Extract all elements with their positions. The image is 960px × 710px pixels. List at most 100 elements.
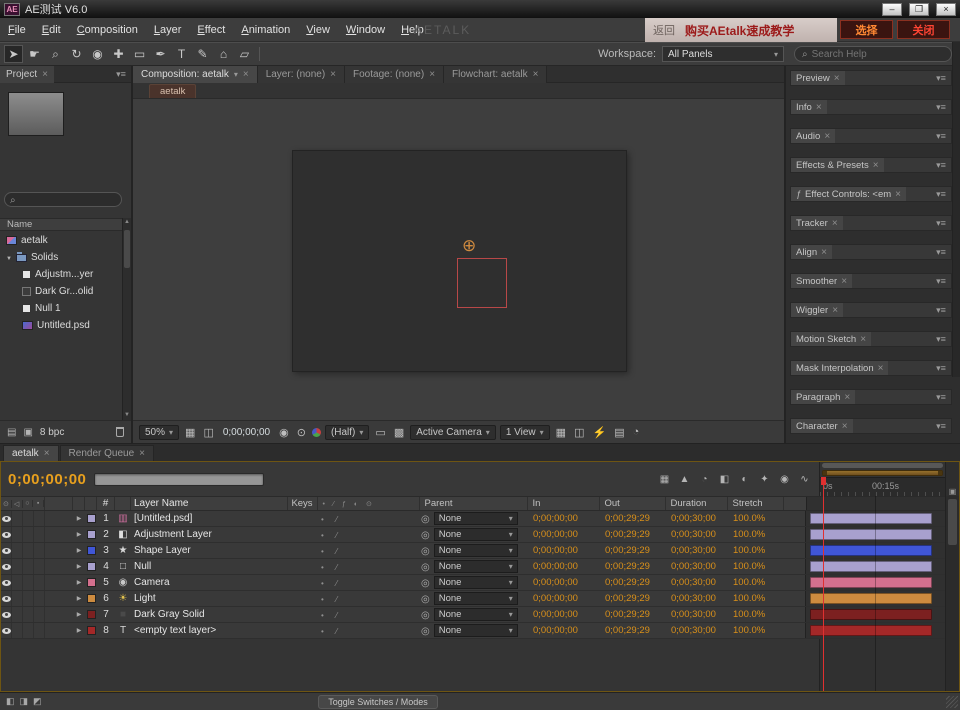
timeline-layer-row[interactable]: 6 ☀ Light None 0;00;00;00 0;00;29;29 0 xyxy=(1,591,959,607)
viewer-tab[interactable]: Flowchart: aetalk xyxy=(444,66,547,83)
dock-panel-tab[interactable]: Audio xyxy=(791,129,835,143)
duration-value[interactable]: 0;00;30;00 xyxy=(665,609,727,620)
out-value[interactable]: 0;00;29;29 xyxy=(599,545,665,556)
project-item-psd[interactable]: Untitled.psd xyxy=(0,317,122,334)
project-scrollbar[interactable]: ▲ ▼ xyxy=(122,218,131,420)
lock-toggle[interactable] xyxy=(34,575,45,590)
label-swatch[interactable] xyxy=(87,562,96,571)
solo-toggle[interactable] xyxy=(23,607,34,622)
menu-item[interactable]: Layer xyxy=(146,24,190,36)
project-item-dark-gray[interactable]: Dark Gr...olid xyxy=(0,283,122,300)
in-value[interactable]: 0;00;00;00 xyxy=(527,529,599,540)
trash-icon[interactable] xyxy=(116,427,124,437)
eye-toggle[interactable] xyxy=(1,607,12,622)
menu-item[interactable]: Edit xyxy=(34,24,69,36)
timeline-ruler-area[interactable]: 0s 00:15s xyxy=(819,462,945,496)
magnification-dropdown[interactable]: 50% xyxy=(139,425,179,440)
timeline-tab[interactable]: aetalk xyxy=(3,445,59,461)
in-value[interactable]: 0;00;00;00 xyxy=(527,577,599,588)
layer-duration-bar[interactable] xyxy=(810,625,932,636)
project-item-adjustment[interactable]: Adjustm...yer xyxy=(0,266,122,283)
timeline-layer-row[interactable]: 7 ■ Dark Gray Solid None 0;00;00;00 0;00… xyxy=(1,607,959,623)
safe-zones-icon[interactable]: ◫ xyxy=(201,426,215,439)
close-icon[interactable] xyxy=(243,69,249,80)
fast-previews-icon[interactable]: ⚡ xyxy=(590,426,608,439)
in-value[interactable]: 0;00;00;00 xyxy=(527,561,599,572)
stretch-value[interactable]: 100.0% xyxy=(727,561,783,572)
keys-column-header[interactable]: Keys xyxy=(288,497,318,510)
grid-guides-icon[interactable]: ▦ xyxy=(183,426,197,439)
comp-timecode[interactable]: 0;00;00;00 xyxy=(220,427,273,438)
workspace-dropdown[interactable]: All Panels xyxy=(662,46,784,62)
duration-value[interactable]: 0;00;30;00 xyxy=(665,561,727,572)
dock-panel-header[interactable]: Character xyxy=(790,418,952,434)
solo-toggle[interactable] xyxy=(23,527,34,542)
solo-toggle[interactable] xyxy=(23,575,34,590)
snapshot-icon[interactable]: ◉ xyxy=(277,426,291,439)
selection-tool-icon[interactable]: ➤ xyxy=(4,45,23,63)
expand-arrow-icon[interactable] xyxy=(73,579,85,586)
timeline-button-icon[interactable]: ▤ xyxy=(612,426,626,439)
stretch-value[interactable]: 100.0% xyxy=(727,577,783,588)
resize-grip[interactable] xyxy=(946,696,958,708)
duration-value[interactable]: 0;00;30;00 xyxy=(665,593,727,604)
time-ruler[interactable]: 0s 00:15s xyxy=(820,477,945,496)
label-swatch[interactable] xyxy=(87,594,96,603)
solo-toggle[interactable] xyxy=(23,623,34,638)
audio-toggle[interactable] xyxy=(12,527,23,542)
time-navigator[interactable] xyxy=(820,462,945,469)
close-icon[interactable] xyxy=(429,69,435,80)
transfer-controls-pane-icon[interactable]: ◨ xyxy=(20,696,29,707)
close-icon[interactable] xyxy=(834,73,840,84)
name-column-header[interactable]: Name xyxy=(0,218,122,231)
eye-toggle[interactable] xyxy=(1,543,12,558)
parent-pickwhip-icon[interactable] xyxy=(421,593,430,605)
project-item-solids[interactable]: Solids xyxy=(0,249,122,266)
expand-arrow-icon[interactable] xyxy=(73,595,85,602)
timeline-tab[interactable]: Render Queue xyxy=(60,445,154,461)
expand-arrow-icon[interactable] xyxy=(73,627,85,634)
duration-value[interactable]: 0;00;30;00 xyxy=(665,625,727,636)
dock-panel-header[interactable]: Effect Controls: <em xyxy=(790,186,952,202)
menu-item[interactable]: File xyxy=(0,24,34,36)
duration-column-header[interactable]: Duration xyxy=(666,497,728,510)
panel-menu-icon[interactable] xyxy=(931,305,951,316)
panel-menu-icon[interactable] xyxy=(111,69,131,80)
close-promo-button[interactable]: 关闭 xyxy=(897,20,950,39)
close-icon[interactable] xyxy=(824,131,830,142)
expand-arrow-icon[interactable] xyxy=(73,531,85,538)
select-button[interactable]: 选择 xyxy=(840,20,893,39)
close-icon[interactable] xyxy=(44,448,50,459)
layer-track[interactable] xyxy=(805,575,959,590)
project-item-aetalk[interactable]: aetalk xyxy=(0,232,122,249)
label-swatch[interactable] xyxy=(87,530,96,539)
dock-panel-tab[interactable]: Effect Controls: <em xyxy=(791,187,906,201)
layer-track[interactable] xyxy=(805,511,959,526)
out-value[interactable]: 0;00;29;29 xyxy=(599,593,665,604)
lock-toggle[interactable] xyxy=(34,511,45,526)
comp-marker-bin-icon[interactable]: ▣ xyxy=(945,462,959,496)
layer-switches[interactable] xyxy=(317,625,419,637)
show-snapshot-icon[interactable]: ⊙ xyxy=(295,426,308,439)
expand-arrow-icon[interactable] xyxy=(73,611,85,618)
layer-duration-bar[interactable] xyxy=(810,609,932,620)
work-area-bar[interactable] xyxy=(820,469,945,477)
stretch-value[interactable]: 100.0% xyxy=(727,529,783,540)
close-icon[interactable] xyxy=(842,421,848,432)
current-time-display[interactable]: 0;00;00;00 xyxy=(8,471,86,488)
audio-toggle[interactable] xyxy=(12,559,23,574)
duration-value[interactable]: 0;00;30;00 xyxy=(665,513,727,524)
stretch-value[interactable]: 100.0% xyxy=(727,609,783,620)
comp-subtab[interactable]: aetalk xyxy=(149,84,196,98)
pixel-aspect-icon[interactable]: ◫ xyxy=(572,426,586,439)
parent-dropdown[interactable]: None xyxy=(434,608,518,621)
timeline-layer-row[interactable]: 1 ▥ [Untitled.psd] None 0;00;00;00 0;00;… xyxy=(1,511,959,527)
dock-panel-header[interactable]: Audio xyxy=(790,128,952,144)
dock-panel-header[interactable]: Mask Interpolation xyxy=(790,360,952,376)
share-view-icon[interactable]: ▦ xyxy=(554,426,568,439)
parent-dropdown[interactable]: None xyxy=(434,544,518,557)
parent-pickwhip-icon[interactable] xyxy=(421,577,430,589)
timeline-search-box[interactable] xyxy=(94,473,264,486)
layer-switches[interactable] xyxy=(317,593,419,605)
stretch-value[interactable]: 100.0% xyxy=(727,513,783,524)
